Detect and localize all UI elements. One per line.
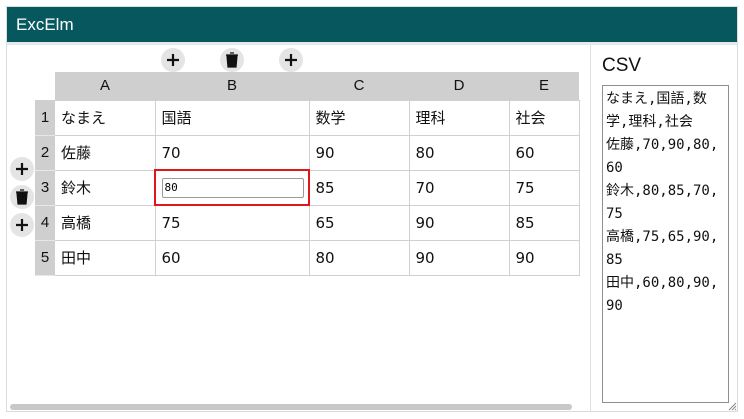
spreadsheet-grid: A B C D E 1 なまえ 国語 数学 理科 社会 2 佐藤 70 90 8…	[35, 72, 580, 276]
cell-edit-input[interactable]	[161, 177, 304, 198]
table-row: 5 田中 60 80 90 90	[35, 240, 580, 276]
table-row: 2 佐藤 70 90 80 60	[35, 135, 580, 171]
column-header-c[interactable]: C	[309, 72, 409, 100]
column-header-a[interactable]: A	[55, 72, 155, 100]
grid-corner	[35, 72, 55, 100]
cell-a4[interactable]: 高橋	[55, 205, 156, 241]
cell-c5[interactable]: 80	[309, 240, 410, 276]
cell-e4[interactable]: 85	[509, 205, 580, 241]
row-header[interactable]: 4	[35, 205, 55, 241]
table-row: 1 なまえ 国語 数学 理科 社会	[35, 99, 580, 136]
trash-icon	[226, 52, 238, 68]
cell-e3[interactable]: 75	[509, 170, 580, 206]
trash-icon	[16, 189, 28, 205]
spreadsheet-area: A B C D E 1 なまえ 国語 数学 理科 社会 2 佐藤 70 90 8…	[7, 45, 585, 411]
cell-a5[interactable]: 田中	[55, 240, 156, 276]
add-column-left-button[interactable]	[161, 48, 185, 72]
delete-row-button[interactable]	[10, 185, 34, 209]
cell-b5[interactable]: 60	[155, 240, 310, 276]
cell-d5[interactable]: 90	[409, 240, 510, 276]
cell-b1[interactable]: 国語	[155, 99, 310, 136]
table-row: 4 高橋 75 65 90 85	[35, 205, 580, 241]
cell-b4[interactable]: 75	[155, 205, 310, 241]
plus-icon	[16, 219, 28, 231]
cell-c1[interactable]: 数学	[309, 99, 410, 136]
row-header[interactable]: 1	[35, 100, 55, 136]
cell-e1[interactable]: 社会	[509, 99, 580, 136]
cell-a2[interactable]: 佐藤	[55, 135, 156, 171]
horizontal-scrollbar[interactable]	[10, 404, 572, 410]
plus-icon	[167, 54, 179, 66]
cell-d4[interactable]: 90	[409, 205, 510, 241]
column-header-d[interactable]: D	[409, 72, 509, 100]
app-window: ExcElm A B C D E 1 なまえ 国語 数学 理科 社会 2 佐藤 …	[6, 6, 738, 412]
row-header[interactable]: 5	[35, 240, 55, 276]
plus-icon	[16, 163, 28, 175]
plus-icon	[285, 54, 297, 66]
cell-c3[interactable]: 85	[309, 170, 410, 206]
column-header-e[interactable]: E	[509, 72, 579, 100]
cell-d2[interactable]: 80	[409, 135, 510, 171]
cell-a1[interactable]: なまえ	[55, 99, 156, 136]
add-row-above-button[interactable]	[10, 157, 34, 181]
app-title: ExcElm	[7, 7, 737, 42]
resize-grip-icon[interactable]	[727, 401, 737, 411]
row-header[interactable]: 2	[35, 135, 55, 171]
delete-column-button[interactable]	[220, 48, 244, 72]
cell-c2[interactable]: 90	[309, 135, 410, 171]
cell-c4[interactable]: 65	[309, 205, 410, 241]
cell-a3[interactable]: 鈴木	[55, 170, 156, 206]
row-header[interactable]: 3	[35, 170, 55, 206]
column-header-b[interactable]: B	[155, 72, 309, 100]
csv-textarea[interactable]: なまえ,国語,数学,理科,社会 佐藤,70,90,80,60 鈴木,80,85,…	[602, 85, 729, 403]
csv-panel: CSV なまえ,国語,数学,理科,社会 佐藤,70,90,80,60 鈴木,80…	[590, 45, 737, 411]
add-column-right-button[interactable]	[279, 48, 303, 72]
cell-d1[interactable]: 理科	[409, 99, 510, 136]
csv-title: CSV	[602, 55, 642, 76]
cell-e2[interactable]: 60	[509, 135, 580, 171]
column-header-row: A B C D E	[35, 72, 579, 100]
cell-d3[interactable]: 70	[409, 170, 510, 206]
cell-b2[interactable]: 70	[155, 135, 310, 171]
cell-b3-editing[interactable]	[154, 169, 310, 206]
cell-e5[interactable]: 90	[509, 240, 580, 276]
add-row-below-button[interactable]	[10, 213, 34, 237]
table-row: 3 鈴木 85 70 75	[35, 169, 580, 206]
